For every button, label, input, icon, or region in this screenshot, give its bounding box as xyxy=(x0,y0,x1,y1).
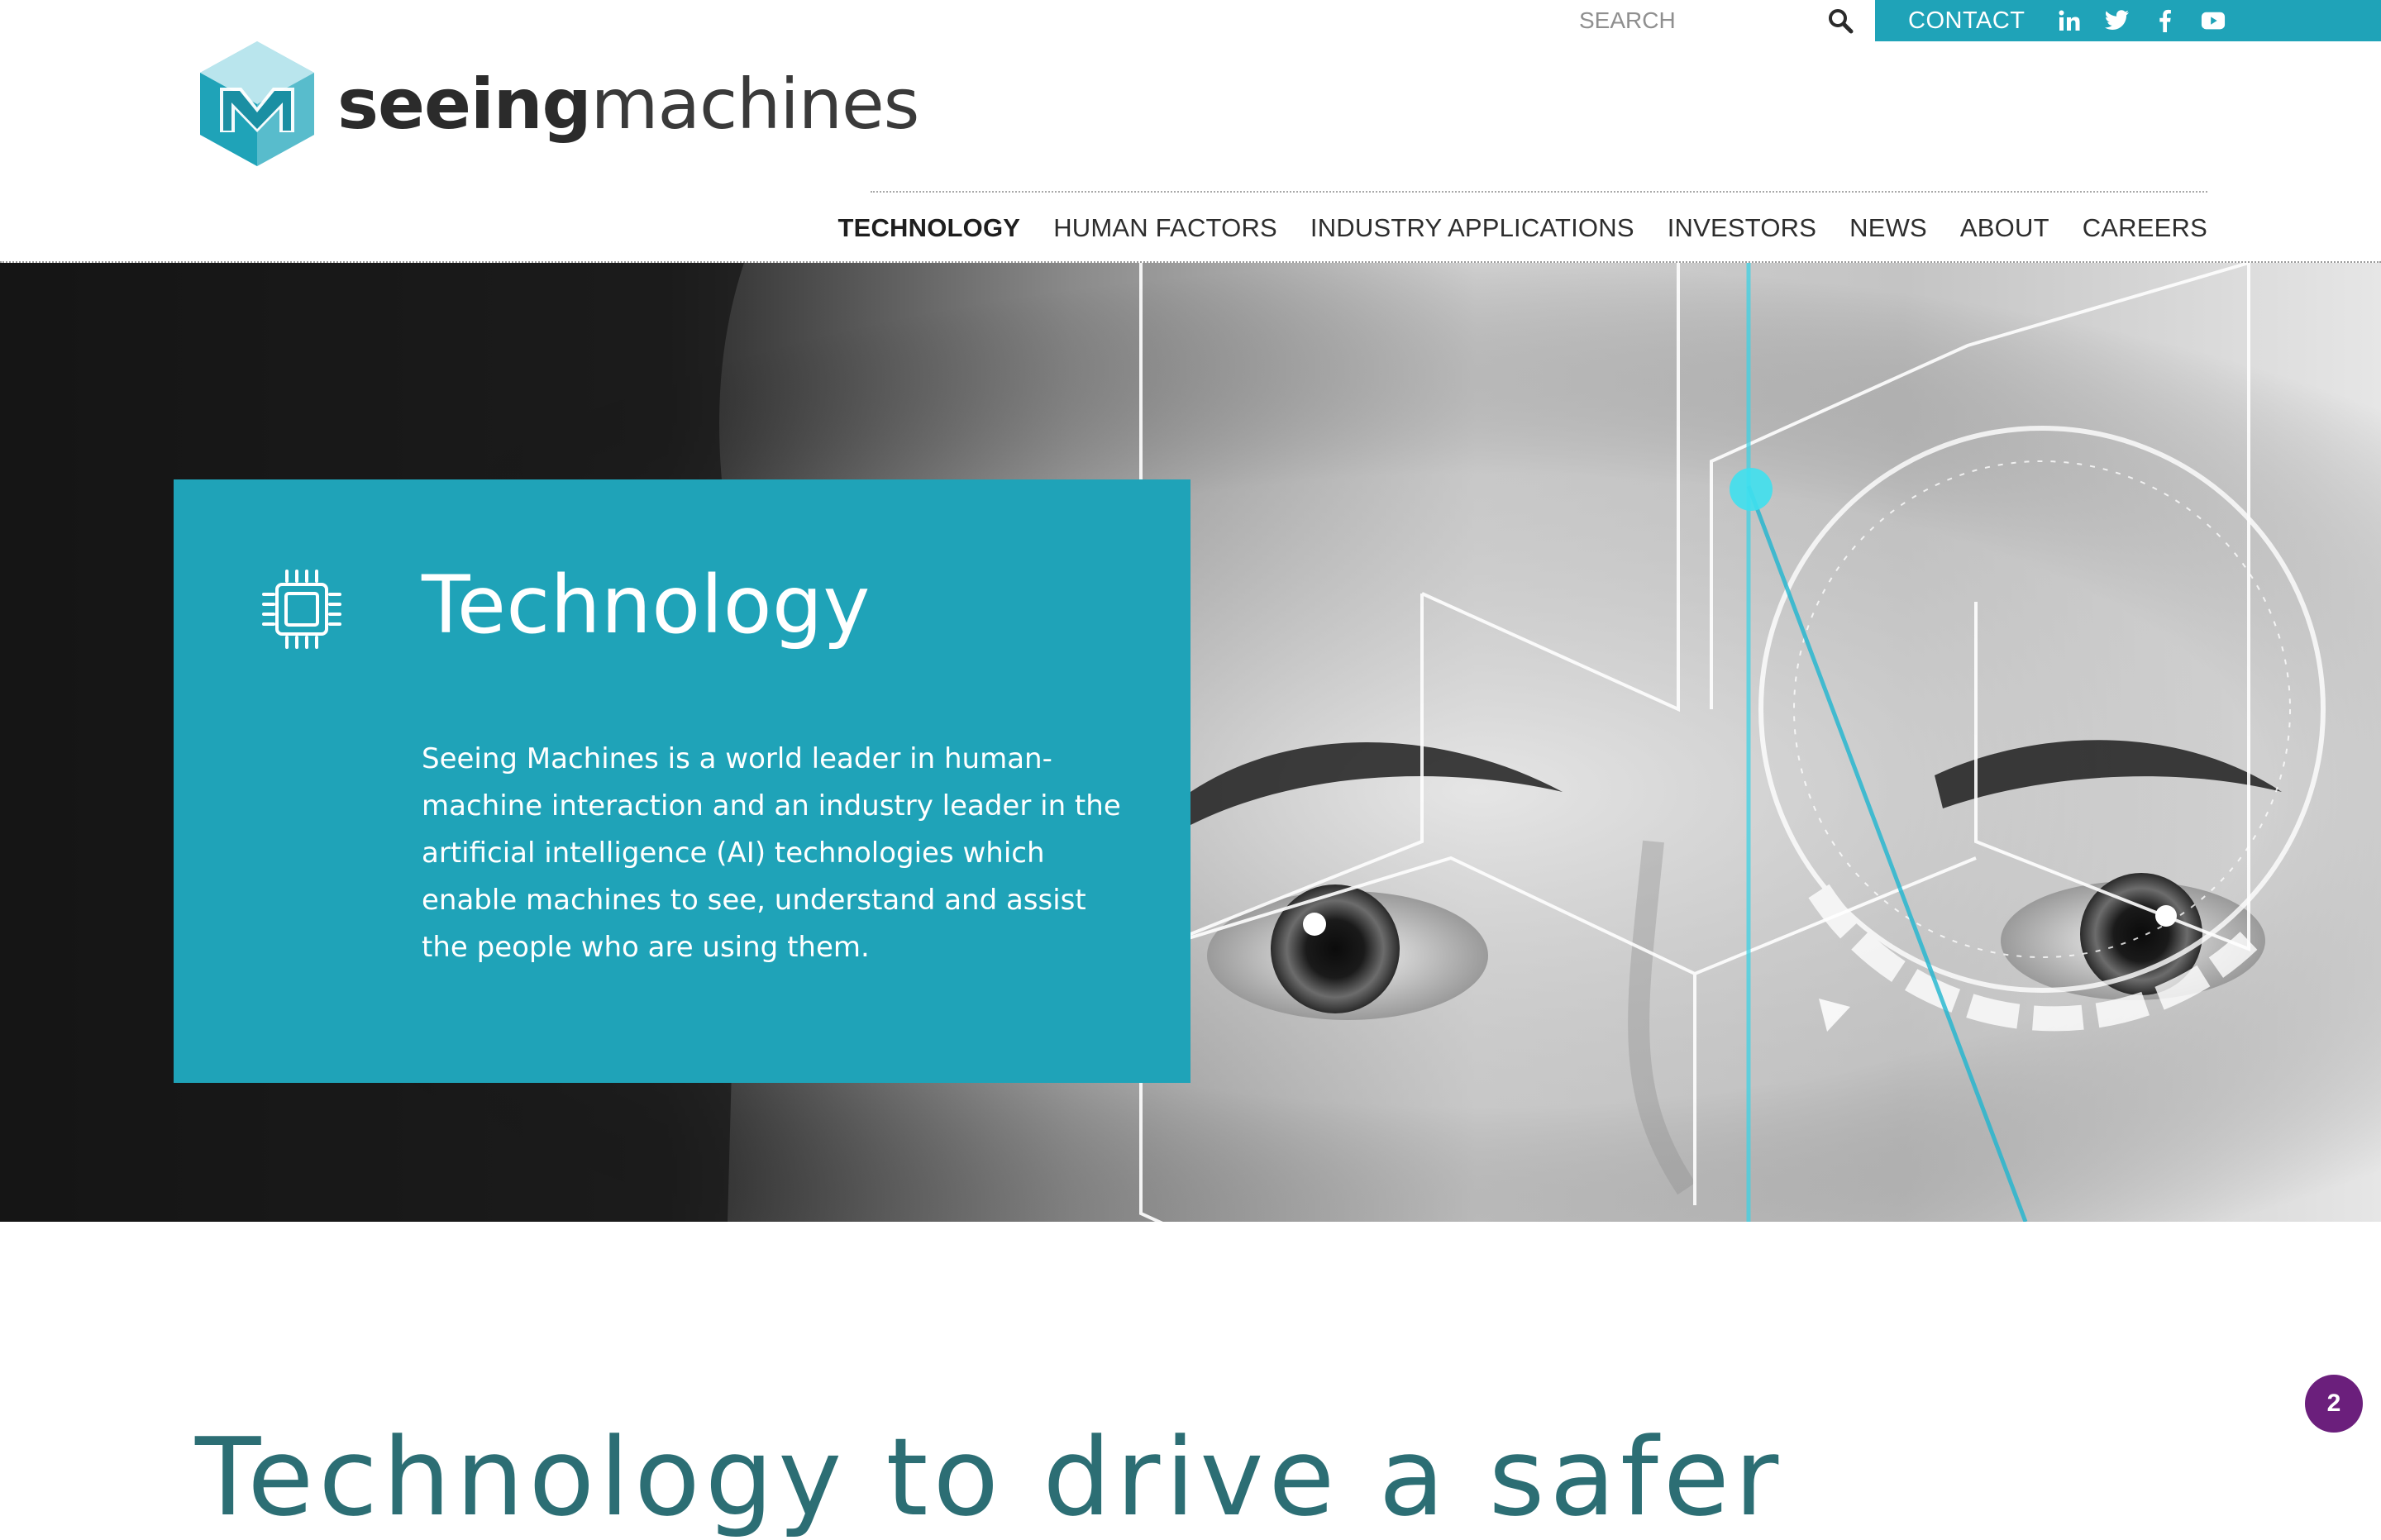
search-input[interactable] xyxy=(1579,7,1794,34)
hero-description: Seeing Machines is a world leader in hum… xyxy=(422,742,1121,964)
notification-badge[interactable]: 2 xyxy=(2305,1375,2363,1433)
twitter-link[interactable] xyxy=(2104,8,2130,33)
facebook-link[interactable] xyxy=(2153,8,2178,33)
microchip-icon xyxy=(262,570,341,649)
site-logo[interactable]: seeingmachines xyxy=(198,40,919,168)
nav-item-industry-applications[interactable]: INDUSTRY APPLICATIONS xyxy=(1310,213,1634,243)
linkedin-link[interactable] xyxy=(2057,8,2082,33)
facebook-icon xyxy=(2159,9,2171,32)
hero-text-card: Technology Seeing Machines is a world le… xyxy=(174,479,1190,1083)
logo-word-machines: machines xyxy=(590,63,920,145)
nav-item-investors[interactable]: INVESTORS xyxy=(1668,213,1816,243)
nav-item-technology[interactable]: TECHNOLOGY xyxy=(837,213,1020,243)
top-utility-bar: CONTACT xyxy=(1875,0,2381,41)
logo-wordmark: seeingmachines xyxy=(337,69,919,139)
logo-cube-icon xyxy=(200,41,314,166)
nav-item-news[interactable]: NEWS xyxy=(1849,213,1927,243)
nav-divider xyxy=(871,191,2207,193)
search-button[interactable] xyxy=(1824,4,1857,37)
contact-link[interactable]: CONTACT xyxy=(1908,7,2026,35)
nav-item-careers[interactable]: CAREERS xyxy=(2083,213,2207,243)
logo-word-seeing: seeing xyxy=(337,63,592,145)
nav-item-human-factors[interactable]: HUMAN FACTORS xyxy=(1053,213,1277,243)
hero-title: Technology xyxy=(422,559,871,651)
search-icon xyxy=(1829,9,1854,34)
site-header: seeingmachines CONTACT xyxy=(0,0,2381,263)
hero-banner: Technology Seeing Machines is a world le… xyxy=(0,263,2381,1222)
nav-item-about[interactable]: ABOUT xyxy=(1960,213,2049,243)
main-navigation: TECHNOLOGY HUMAN FACTORS INDUSTRY APPLIC… xyxy=(837,208,2207,248)
search-bar xyxy=(1579,0,1857,41)
youtube-icon xyxy=(2201,12,2225,30)
section-heading: Technology to drive a safer xyxy=(195,1414,1784,1540)
youtube-link[interactable] xyxy=(2201,8,2226,33)
twitter-icon xyxy=(2104,10,2129,30)
linkedin-icon xyxy=(2059,10,2080,31)
